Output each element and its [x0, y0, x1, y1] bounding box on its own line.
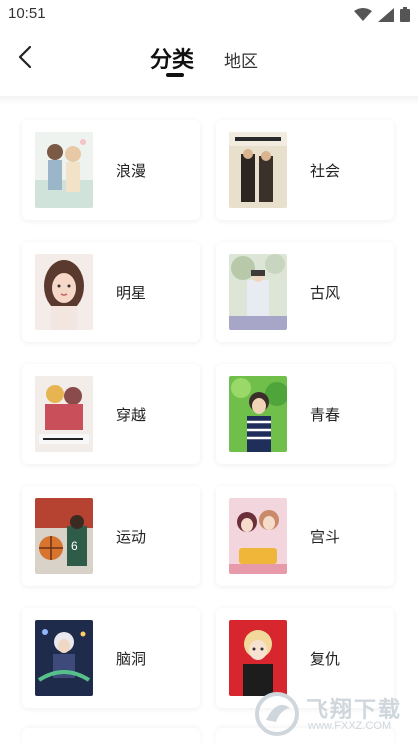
category-card-celebrity[interactable]: 明星	[22, 242, 200, 342]
status-bar: 10:51	[0, 0, 418, 30]
category-label: 运动	[116, 528, 147, 546]
category-label: 宫斗	[310, 528, 341, 546]
watermark-url: www.FXXZ.COM	[308, 720, 392, 732]
category-label: 明星	[116, 284, 147, 302]
tab-active-indicator	[166, 73, 184, 77]
category-label: 古风	[310, 284, 341, 302]
category-label: 社会	[310, 162, 341, 180]
romance-cover-image	[35, 132, 93, 208]
category-card-partial[interactable]	[22, 728, 200, 744]
signal-icon	[378, 7, 394, 26]
tab-region[interactable]: 地区	[224, 47, 258, 72]
watermark-logo-icon	[254, 692, 300, 740]
wifi-icon	[354, 7, 372, 26]
tab-category[interactable]: 分类	[150, 42, 194, 74]
sports-cover-image: 6	[35, 498, 93, 574]
svg-text:6: 6	[71, 539, 78, 553]
header: 分类 地区	[0, 30, 418, 98]
category-card-sports[interactable]: 6 运动	[22, 486, 200, 586]
category-label: 青春	[310, 406, 341, 424]
society-cover-image	[229, 132, 287, 208]
category-label: 脑洞	[116, 650, 147, 668]
category-card-ancient-style[interactable]: 古风	[216, 242, 394, 342]
category-card-romance[interactable]: 浪漫	[22, 120, 200, 220]
category-card-imagination[interactable]: 脑洞	[22, 608, 200, 708]
revenge-cover-image	[229, 620, 287, 696]
status-icons	[354, 7, 410, 26]
back-button[interactable]	[10, 44, 40, 74]
category-label: 浪漫	[116, 162, 147, 180]
category-card-youth[interactable]: 青春	[216, 364, 394, 464]
palace-cover-image	[229, 498, 287, 574]
chevron-left-icon	[17, 45, 33, 73]
celebrity-cover-image	[35, 254, 93, 330]
category-card-palace[interactable]: 宫斗	[216, 486, 394, 586]
header-divider	[0, 96, 418, 104]
imagination-cover-image	[35, 620, 93, 696]
category-label: 穿越	[116, 406, 147, 424]
category-card-time-travel[interactable]: 穿越	[22, 364, 200, 464]
youth-cover-image	[229, 376, 287, 452]
watermark: 飞翔下载 www.FXXZ.COM	[250, 690, 410, 738]
time-travel-cover-image	[35, 376, 93, 452]
status-time: 10:51	[8, 5, 46, 22]
category-card-society[interactable]: 社会	[216, 120, 394, 220]
category-label: 复仇	[310, 650, 341, 668]
battery-icon	[400, 7, 410, 26]
ancient-style-cover-image	[229, 254, 287, 330]
